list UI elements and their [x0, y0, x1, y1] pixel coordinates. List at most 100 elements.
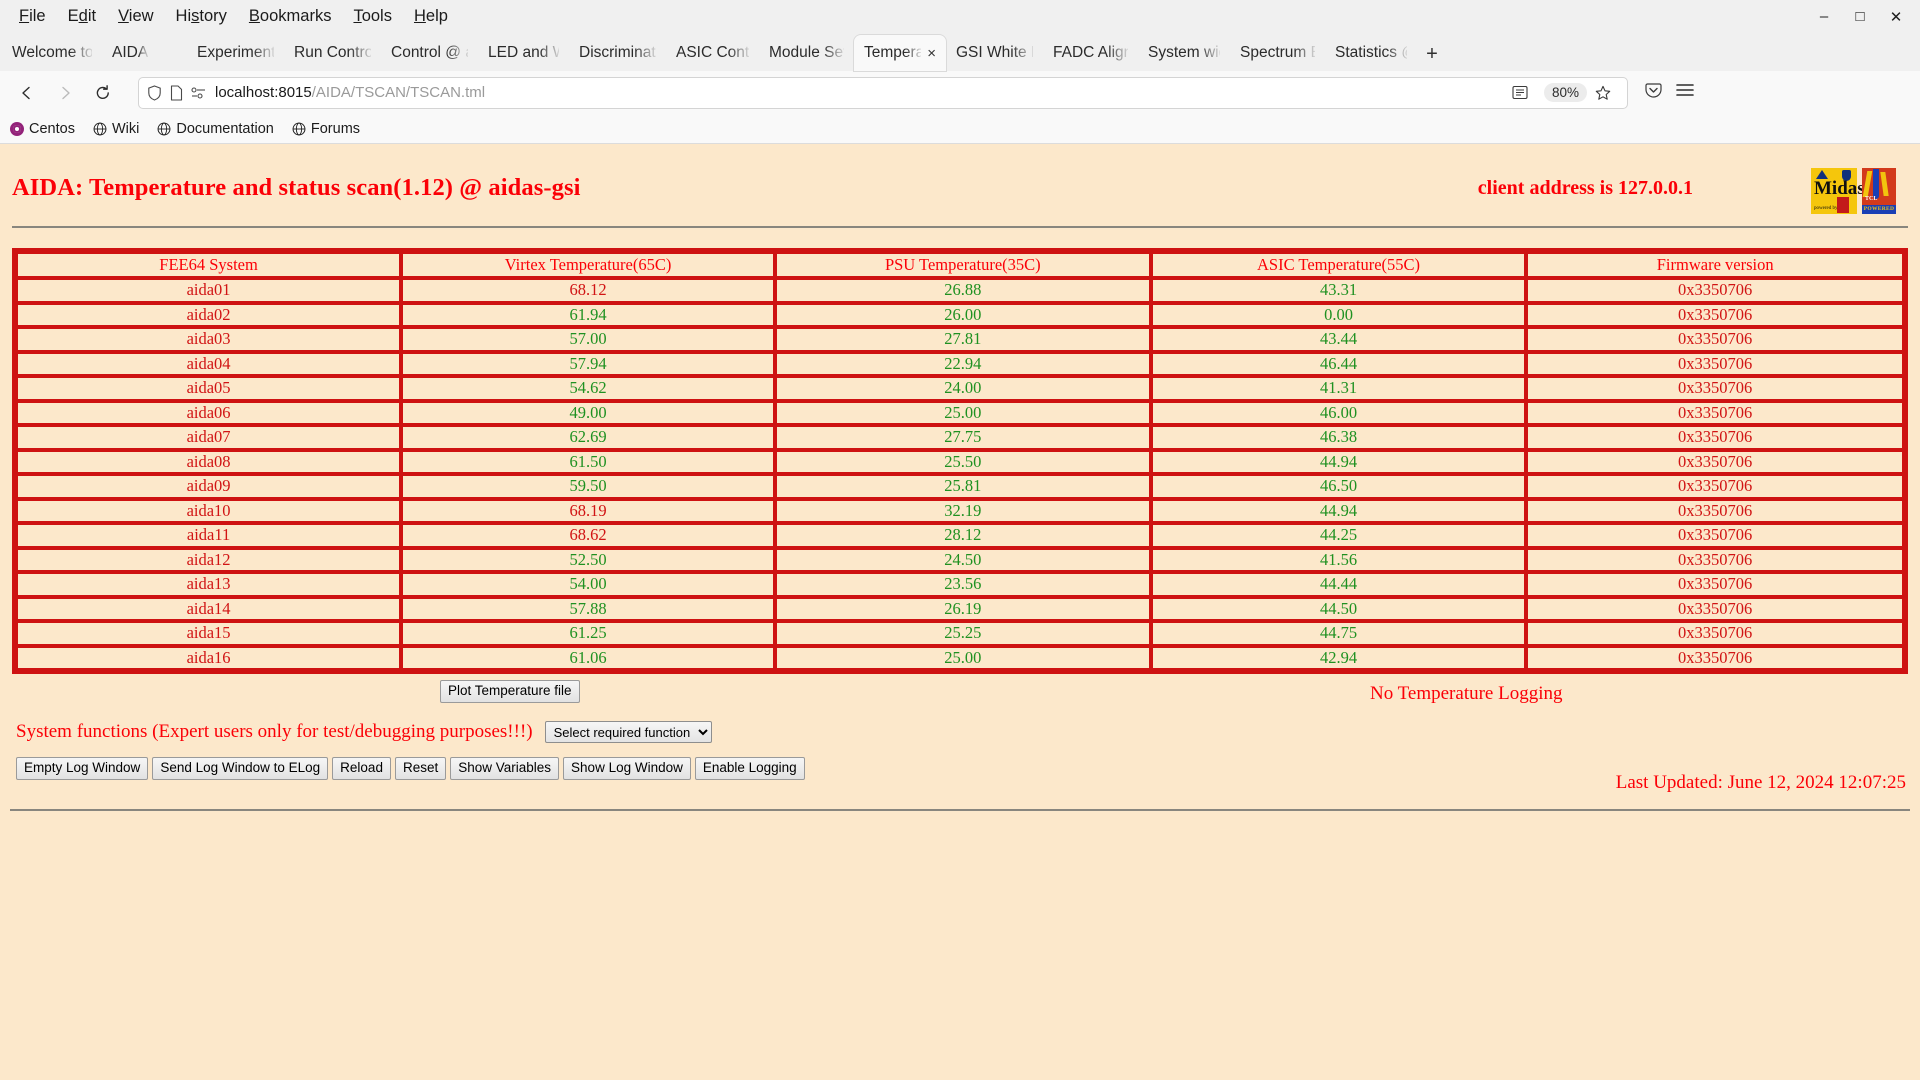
- cell-virtex-temperature: 49.00: [401, 400, 775, 426]
- url-host: localhost:8015: [215, 84, 312, 101]
- navigation-bar: localhost:8015/AIDA/TSCAN/TSCAN.tml 80%: [0, 71, 1920, 114]
- new-tab-button[interactable]: +: [1417, 37, 1447, 71]
- bookmark-item[interactable]: Centos: [10, 121, 75, 137]
- function-select[interactable]: Select required function: [544, 721, 712, 744]
- cell-psu-temperature: 25.25: [774, 621, 1151, 646]
- address-bar[interactable]: localhost:8015/AIDA/TSCAN/TSCAN.tml 80%: [138, 76, 1628, 109]
- browser-tab[interactable]: Run Control @ a: [284, 35, 381, 71]
- cell-system: aida05: [16, 376, 402, 401]
- browser-tab[interactable]: System wide Ch: [1138, 35, 1230, 71]
- forward-icon[interactable]: [48, 77, 82, 109]
- browser-tab-label: Spectrum Brows: [1240, 44, 1315, 61]
- menu-tools[interactable]: Tools: [342, 4, 403, 29]
- cell-asic-temperature: 43.44: [1150, 327, 1527, 352]
- window-controls: – □ ✕: [1806, 0, 1914, 33]
- cell-psu-temperature: 22.94: [774, 351, 1151, 377]
- browser-tab-label: Welcome to Cen: [12, 44, 92, 61]
- midas-logo: Midas powered by: [1811, 168, 1865, 214]
- cell-asic-temperature: 41.31: [1150, 376, 1527, 401]
- cell-virtex-temperature: 52.50: [401, 547, 775, 573]
- cell-system: aida15: [16, 621, 402, 646]
- menu-history[interactable]: History: [165, 4, 238, 29]
- browser-tab[interactable]: ASIC Control @: [666, 35, 759, 71]
- browser-tab[interactable]: Discriminator co: [569, 35, 666, 71]
- back-icon[interactable]: [10, 77, 44, 109]
- globe-icon: [292, 122, 306, 136]
- reader-mode-icon[interactable]: [1512, 85, 1528, 100]
- page-content: AIDA: Temperature and status scan(1.12) …: [0, 144, 1920, 1080]
- action-button-enable-logging[interactable]: Enable Logging: [694, 757, 805, 780]
- action-button-reload[interactable]: Reload: [332, 757, 391, 780]
- cell-virtex-temperature: 68.62: [401, 523, 775, 548]
- tab-strip: Welcome to Cen AIDA Experiment Cont Run Con…: [0, 33, 1920, 71]
- cell-virtex-temperature: 62.69: [401, 425, 775, 450]
- cell-psu-temperature: 24.50: [774, 547, 1151, 573]
- menu-edit[interactable]: Edit: [57, 4, 107, 29]
- cell-psu-temperature: 26.00: [774, 302, 1151, 328]
- menu-file[interactable]: File: [8, 4, 57, 29]
- cell-firmware-version: 0x3350706: [1526, 302, 1904, 328]
- cell-asic-temperature: 44.94: [1150, 449, 1527, 475]
- system-functions-label: System functions (Expert users only for …: [16, 721, 533, 743]
- minimize-icon[interactable]: –: [1806, 3, 1842, 31]
- browser-tab[interactable]: Control @ aidas: [381, 35, 478, 71]
- permissions-icon[interactable]: [191, 86, 207, 100]
- system-functions-row: System functions (Expert users only for …: [10, 721, 1910, 744]
- tcl-stroke-2: [1873, 169, 1879, 199]
- cell-psu-temperature: 26.88: [774, 278, 1151, 303]
- tab-close-icon[interactable]: ×: [927, 46, 936, 61]
- browser-tab-label: Module Settings: [769, 44, 844, 61]
- menu-view[interactable]: View: [107, 4, 164, 29]
- action-button-show-log-window[interactable]: Show Log Window: [563, 757, 691, 780]
- table-row: aida12 52.50 24.50 41.56 0x3350706: [16, 547, 1904, 573]
- browser-tab[interactable]: AIDA: [102, 35, 187, 71]
- browser-tab[interactable]: FADC Align & Co: [1043, 35, 1138, 71]
- bookmark-label: Wiki: [111, 120, 140, 137]
- bookmark-item[interactable]: Wiki: [93, 121, 139, 137]
- table-row: aida08 61.50 25.50 44.94 0x3350706: [16, 449, 1904, 475]
- tcl-stroke-3: [1880, 172, 1889, 196]
- maximize-icon[interactable]: □: [1842, 3, 1878, 31]
- table-row: aida09 59.50 25.81 46.50 0x3350706: [16, 474, 1904, 499]
- browser-tab[interactable]: Temperature a ×: [854, 35, 946, 71]
- cell-psu-temperature: 32.19: [774, 498, 1151, 524]
- pocket-icon[interactable]: [1644, 81, 1663, 105]
- browser-tab[interactable]: Statistics @ aida: [1325, 35, 1417, 71]
- bookmark-star-icon[interactable]: [1595, 85, 1611, 101]
- bookmark-item[interactable]: Documentation: [157, 121, 274, 137]
- cell-asic-temperature: 0.00: [1150, 302, 1527, 328]
- plot-temperature-file-button[interactable]: Plot Temperature file: [440, 680, 580, 703]
- action-button-send-log-window-to-elog[interactable]: Send Log Window to ELog: [152, 757, 329, 780]
- bookmark-item[interactable]: Forums: [292, 121, 360, 137]
- app-menu-icon[interactable]: [1675, 82, 1695, 103]
- cell-virtex-temperature: 57.00: [401, 327, 775, 352]
- cell-asic-temperature: 46.50: [1150, 474, 1527, 499]
- browser-tab-label: LED and Wavefo: [488, 44, 559, 61]
- browser-tab[interactable]: Experiment Cont: [187, 35, 284, 71]
- client-address: client address is 127.0.0.1: [1477, 177, 1693, 199]
- cell-psu-temperature: 24.00: [774, 376, 1151, 401]
- browser-tab-label: Discriminator co: [579, 44, 656, 61]
- cell-virtex-temperature: 61.50: [401, 449, 775, 475]
- th-psu-temperature: PSU Temperature(35C): [774, 252, 1151, 279]
- cell-asic-temperature: 44.25: [1150, 523, 1527, 548]
- browser-tab[interactable]: GSI White Rabbi: [946, 35, 1043, 71]
- action-button-show-variables[interactable]: Show Variables: [450, 757, 560, 780]
- cell-system: aida04: [16, 351, 402, 377]
- browser-tab[interactable]: Module Settings: [759, 35, 854, 71]
- zoom-level-badge[interactable]: 80%: [1543, 83, 1587, 102]
- cell-firmware-version: 0x3350706: [1526, 449, 1904, 475]
- browser-tab[interactable]: LED and Wavefo: [478, 35, 569, 71]
- action-button-empty-log-window[interactable]: Empty Log Window: [16, 757, 149, 780]
- browser-tab[interactable]: Spectrum Brows: [1230, 35, 1325, 71]
- cell-asic-temperature: 44.75: [1150, 621, 1527, 646]
- th-fee64-system: FEE64 System: [16, 252, 402, 279]
- cell-psu-temperature: 25.00: [774, 400, 1151, 426]
- action-button-reset[interactable]: Reset: [394, 757, 447, 780]
- menu-bookmarks[interactable]: Bookmarks: [238, 4, 343, 29]
- reload-icon[interactable]: [86, 77, 120, 109]
- globe-icon: [93, 122, 107, 136]
- menu-help[interactable]: Help: [403, 4, 459, 29]
- close-icon[interactable]: ✕: [1878, 3, 1914, 31]
- browser-tab[interactable]: Welcome to Cen: [2, 35, 102, 71]
